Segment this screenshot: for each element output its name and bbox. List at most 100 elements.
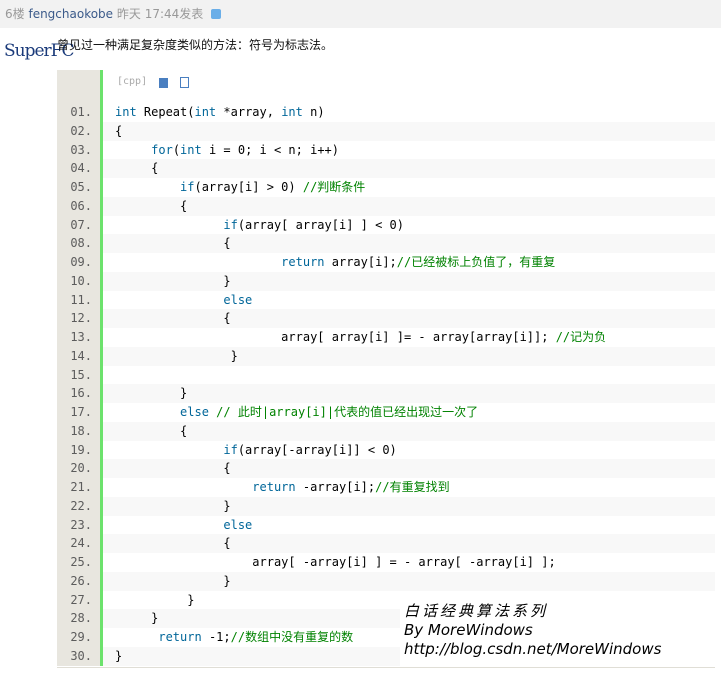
comment: //判断条件 [302,180,366,194]
code-line: 05. if(array[i] > 0) //判断条件 [57,178,715,197]
keyword: else [180,405,209,419]
code-token: (array[i] > 0) [194,180,303,194]
code-text: if(array[-array[i]] < 0) [103,441,715,460]
comment: //有重复找到 [375,480,450,494]
code-text: array[ -array[i] ] = - array[ -array[i] … [103,553,715,572]
comment: //数组中没有重复的数 [230,630,354,644]
code-line: 03. for(int i = 0; i < n; i++) [57,140,715,160]
line-number: 23. [57,515,100,535]
line-number: 15. [57,365,100,385]
code-token: } [115,498,231,513]
code-line: 21. return -array[i];//有重复找到 [57,478,715,497]
code-line: 17. else // 此时|array[i]|代表的值已经出现过一次了 [57,403,715,422]
line-number: 09. [57,253,100,272]
view-plain-icon[interactable] [159,78,169,88]
username-link[interactable]: fengchaokobe [28,7,113,21]
comment: // 此时|array[i]|代表的值已经出现过一次了 [216,405,479,419]
code-token: } [115,648,123,663]
code-text: } [103,384,715,403]
keyword: if [180,180,195,194]
code-line: 07. if(array[ array[i] ] < 0) [57,215,715,235]
code-text: else [103,516,715,535]
code-line: 10. } [57,271,715,291]
code-text: } [103,496,715,516]
code-text: else [103,291,715,310]
keyword: else [223,292,253,307]
code-text: } [103,271,715,291]
line-number: 06. [57,196,100,216]
code-token: ( [172,142,181,157]
keyword: int [115,105,137,119]
code-line: 16. } [57,384,715,403]
line-number: 29. [57,628,100,647]
keyword: for [151,142,173,157]
code-line: 15. [57,365,715,385]
code-token: } [115,273,231,288]
watermark-url: http://blog.csdn.net/MoreWindows [404,640,662,658]
code-text: { [103,421,715,441]
line-number: 20. [57,459,100,478]
line-number: 08. [57,234,100,253]
code-text: if(array[i] > 0) //判断条件 [103,178,715,197]
code-text: { [103,196,715,216]
code-token: -array[i]; [295,480,376,494]
code-line: 23. else [57,515,715,535]
copy-icon[interactable] [180,77,190,88]
code-text: { [103,159,715,178]
language-label: [cpp] [117,76,148,87]
code-text: { [103,534,715,553]
code-token: array[ array[i] ]= - array[array[i]]; [115,330,556,344]
line-number: 26. [57,571,100,591]
code-token: array[ -array[i] ] = - array[ -array[i] … [115,555,556,569]
post-time: 昨天 17:44发表 [116,7,204,21]
code-token: { [115,161,159,176]
code-token: i = 0; i < n; i++) [201,142,340,157]
line-number: 03. [57,140,100,160]
line-number: 21. [57,478,100,497]
keyword: int [180,142,202,157]
line-number: 19. [57,440,100,460]
watermark-author: By MoreWindows [404,621,533,639]
code-token: (array[ array[i] ] < 0) [237,217,404,232]
code-toolbar: [cpp] [57,70,715,103]
line-number: 10. [57,271,100,291]
code-token: { [115,123,123,138]
line-number: 24. [57,534,100,553]
line-number: 18. [57,421,100,441]
line-number: 14. [57,346,100,366]
code-text: { [103,121,715,141]
code-text: if(array[ array[i] ] < 0) [103,216,715,235]
line-number: 05. [57,178,100,197]
code-text: { [103,459,715,478]
code-token: { [115,236,231,251]
watermark: 白话经典算法系列 By MoreWindows http://blog.csdn… [400,600,721,667]
code-text: for(int i = 0; i < n; i++) [103,141,715,160]
code-text: int Repeat(int *array, int n) [103,103,715,122]
line-number: 17. [57,403,100,422]
code-token: { [115,461,231,476]
code-text: return -array[i];//有重复找到 [103,478,715,497]
line-number: 25. [57,553,100,572]
avatar[interactable]: SuperFC [4,34,74,68]
code-line: 25. array[ -array[i] ] = - array[ -array… [57,553,715,572]
comment-text: 曾见过一种满足复杂度类似的方法：符号为标志法。 [57,38,334,52]
keyword: int [194,105,217,119]
line-number: 12. [57,309,100,328]
code-text: array[ array[i] ]= - array[array[i]]; //… [103,328,715,347]
code-token: } [115,592,195,607]
code-line: 04. { [57,159,715,178]
comment-header: 6楼 fengchaokobe 昨天 17:44发表 [0,0,721,28]
line-number: 04. [57,159,100,178]
code-token: { [115,311,231,326]
code-token: } [115,611,159,626]
reply-icon[interactable] [211,9,222,19]
code-line: 09. return array[i];//已经被标上负值了，有重复 [57,253,715,272]
code-token: n) [302,105,325,119]
comment: //已经被标上负值了，有重复 [396,255,556,269]
code-token: } [115,348,238,363]
